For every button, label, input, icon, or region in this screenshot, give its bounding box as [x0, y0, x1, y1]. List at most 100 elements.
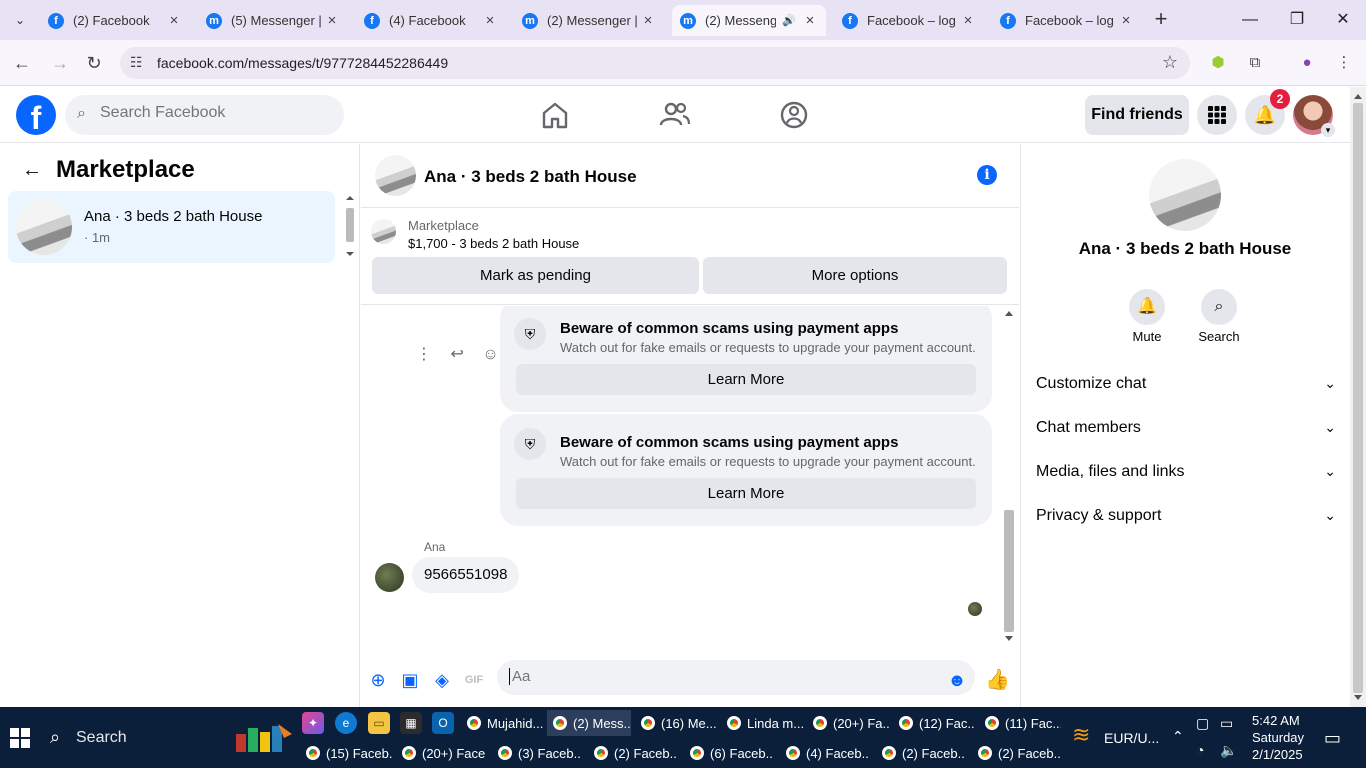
groups-icon[interactable]	[777, 99, 811, 131]
sender-avatar[interactable]	[375, 563, 404, 592]
mark-as-pending-button[interactable]: Mark as pending	[372, 257, 699, 294]
thumbs-up-icon[interactable]: 👍	[985, 669, 1010, 691]
customize-chat-row[interactable]: Customize chat ⌄	[1036, 375, 1336, 415]
taskbar-window[interactable]: (20+) Fa...	[807, 710, 889, 736]
store-icon[interactable]: ▦	[400, 712, 422, 734]
reply-icon[interactable]: ↩	[450, 346, 463, 363]
media-files-links-row[interactable]: Media, files and links ⌄	[1036, 463, 1336, 503]
edge-icon[interactable]: e	[335, 712, 357, 734]
browser-menu-icon[interactable]: ⋮	[1334, 53, 1354, 73]
maximize-icon[interactable]: ❐	[1285, 8, 1309, 32]
tab-close-icon[interactable]: ×	[482, 12, 498, 29]
tab-close-icon[interactable]: ×	[640, 12, 656, 29]
extensions-puzzle-icon[interactable]: ⧉	[1245, 53, 1265, 73]
taskbar-window[interactable]: (2) Faceb...	[588, 740, 678, 766]
minimize-icon[interactable]: —	[1238, 8, 1262, 32]
privacy-support-row[interactable]: Privacy & support ⌄	[1036, 507, 1336, 547]
notification-center-icon[interactable]: ▭	[1324, 728, 1341, 749]
taskbar-window[interactable]: (6) Faceb...	[684, 740, 774, 766]
message-input[interactable]	[509, 668, 929, 685]
back-arrow-icon[interactable]: ←	[22, 159, 42, 182]
facebook-search-input[interactable]	[100, 104, 330, 122]
taskbar-window[interactable]: Mujahid...	[461, 710, 543, 736]
tab-search-chevron-icon[interactable]: ⌄	[8, 9, 32, 31]
network-icon[interactable]: ◔	[1196, 742, 1204, 758]
profile-icon[interactable]: ●	[1297, 53, 1317, 73]
attach-photo-icon[interactable]: ▣	[399, 669, 421, 691]
browser-tab-4[interactable]: m (2) Messenger | Fa ×	[514, 5, 664, 36]
taskbar-window[interactable]: (12) Fac...	[893, 710, 975, 736]
taskbar-clock[interactable]: 5:42 AM Saturday 2/1/2025	[1252, 712, 1312, 763]
account-avatar[interactable]: ▾	[1293, 95, 1335, 137]
chat-members-row[interactable]: Chat members ⌄	[1036, 419, 1336, 459]
taskbar-window[interactable]: (15) Faceb...	[300, 740, 392, 766]
page-scrollbar[interactable]	[1350, 87, 1366, 707]
windows-start-icon[interactable]	[10, 728, 30, 748]
browser-tab-5-active[interactable]: m (2) Messenger 🔊 ×	[672, 5, 826, 36]
left-scrollbar[interactable]	[343, 192, 357, 262]
battery-icon[interactable]: ▭	[1220, 715, 1233, 732]
taskbar-window[interactable]: (3) Faceb...	[492, 740, 582, 766]
tab-close-icon[interactable]: ×	[802, 12, 818, 29]
facebook-search[interactable]: ⌕	[65, 95, 344, 135]
tab-close-icon[interactable]: ×	[960, 12, 976, 29]
message-bubble[interactable]: 9566551098	[412, 557, 520, 593]
new-tab-plus-icon[interactable]: +	[1150, 7, 1172, 31]
emoji-icon[interactable]: ☻	[946, 669, 968, 691]
gif-icon[interactable]: GIF	[463, 669, 485, 691]
friends-icon[interactable]	[658, 99, 692, 131]
conversation-item[interactable]: Ana · 3 beds 2 bath House · 1m	[8, 191, 335, 263]
volume-icon[interactable]: 🔈	[1220, 742, 1237, 759]
sticker-icon[interactable]: ◈	[431, 669, 453, 691]
copilot-icon[interactable]: ✦	[302, 712, 324, 734]
tab-close-icon[interactable]: ×	[166, 12, 182, 29]
forward-arrow-icon[interactable]: →	[47, 50, 73, 76]
taskbar-window-active[interactable]: (2) Mess...	[547, 710, 631, 736]
file-explorer-icon[interactable]: ▭	[368, 712, 390, 734]
message-input-box[interactable]	[497, 660, 975, 695]
mute-button[interactable]: 🔔 Mute	[1117, 289, 1177, 344]
tab-close-icon[interactable]: ×	[1118, 12, 1134, 29]
taskbar-window[interactable]: (2) Faceb...	[972, 740, 1062, 766]
extension-cube-icon[interactable]: ⬢	[1208, 53, 1228, 73]
chat-avatar[interactable]	[375, 155, 416, 196]
info-icon[interactable]: i	[977, 165, 997, 185]
facebook-logo-icon[interactable]: f	[16, 95, 56, 135]
chat-title[interactable]: Ana · 3 beds 2 bath House	[424, 167, 637, 187]
taskbar-window[interactable]: (4) Faceb...	[780, 740, 870, 766]
taskbar-window[interactable]: (16) Me...	[635, 710, 717, 736]
outlook-icon[interactable]: O	[432, 712, 454, 734]
chat-details-avatar[interactable]	[1149, 159, 1221, 231]
browser-tab-2[interactable]: m (5) Messenger | Fa ×	[198, 5, 348, 36]
learn-more-button[interactable]: Learn More	[516, 364, 976, 395]
listing-price[interactable]: $1,700 - 3 beds 2 bath House	[408, 236, 579, 251]
find-friends-button[interactable]: Find friends	[1085, 95, 1189, 135]
currency-widget-label[interactable]: EUR/U...	[1104, 730, 1159, 746]
window-close-icon[interactable]: ✕	[1331, 8, 1355, 32]
browser-tab-3[interactable]: f (4) Facebook ×	[356, 5, 506, 36]
more-vertical-icon[interactable]: ⋮	[416, 346, 432, 363]
browser-tab-6[interactable]: f Facebook – log in ×	[834, 5, 984, 36]
browser-tab-1[interactable]: f (2) Facebook ×	[40, 5, 190, 36]
address-bar[interactable]: ☷ facebook.com/messages/t/97772844522864…	[120, 47, 1190, 79]
taskbar-window[interactable]: (2) Faceb...	[876, 740, 966, 766]
home-icon[interactable]	[538, 99, 572, 131]
bookmark-star-icon[interactable]: ☆	[1162, 52, 1178, 73]
taskbar-window[interactable]: (11) Fac...	[979, 710, 1061, 736]
taskbar-window[interactable]: (20+) Face...	[396, 740, 486, 766]
more-options-button[interactable]: More options	[703, 257, 1007, 294]
display-icon[interactable]: ▢	[1196, 715, 1209, 732]
show-hidden-icons-chevron-icon[interactable]: ⌃	[1172, 728, 1184, 745]
browser-tab-7[interactable]: f Facebook – log in ×	[992, 5, 1142, 36]
react-smiley-icon[interactable]: ☺	[482, 346, 498, 363]
learn-more-button[interactable]: Learn More	[516, 478, 976, 509]
currency-widget-icon[interactable]: ≋	[1072, 722, 1090, 748]
taskbar-window[interactable]: Linda m...	[721, 710, 803, 736]
add-plus-icon[interactable]: ⊕	[367, 669, 389, 691]
chat-scrollbar[interactable]	[1001, 306, 1017, 646]
site-info-icon[interactable]: ☷	[130, 54, 143, 71]
tab-close-icon[interactable]: ×	[324, 12, 340, 29]
reload-icon[interactable]: ↻	[81, 50, 107, 76]
search-in-chat-button[interactable]: ⌕ Search	[1189, 289, 1249, 344]
speaker-icon[interactable]: 🔊	[782, 14, 796, 27]
